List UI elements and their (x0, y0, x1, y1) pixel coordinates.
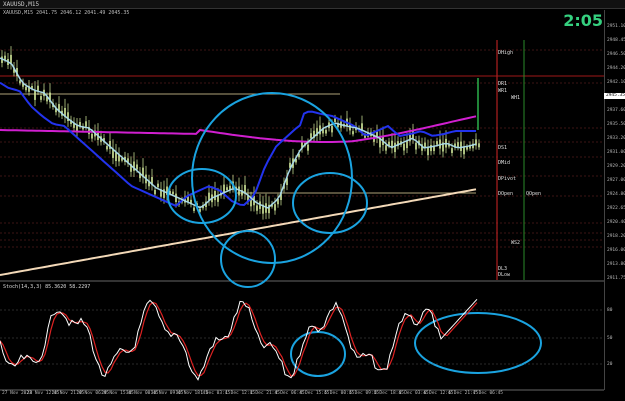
stoch-level-50: 50 (607, 336, 613, 341)
pivot-level-label: DOpen (498, 191, 514, 197)
pivot-level-label: WR1 (498, 88, 508, 94)
price-axis-label: 2911.75 (607, 276, 625, 281)
chart-window[interactable]: XAUUSD,M15 XAUUSD,M15 2041.75 2046.12 20… (0, 0, 625, 401)
candle-body (256, 205, 258, 211)
price-axis-label: 2937.60 (607, 108, 625, 113)
price-axis-label: 2946.50 (607, 52, 625, 57)
candle-body (463, 147, 465, 155)
candle-body (193, 207, 195, 211)
candle-body (331, 125, 333, 133)
candle-body (106, 146, 108, 150)
candle-body (466, 146, 468, 150)
pivot-level-label: DHigh (498, 50, 514, 56)
price-axis-label: 2933.20 (607, 136, 625, 141)
candle-body (85, 121, 87, 127)
price-axis-label: 2922.65 (607, 206, 625, 211)
candle-body (394, 142, 396, 153)
price-axis-label: 2942.10 (607, 80, 625, 85)
pivot-level-label: DLow (498, 272, 511, 278)
price-axis-label: 2927.00 (607, 178, 625, 183)
price-chart[interactable] (0, 0, 625, 401)
price-axis-label: 2935.50 (607, 122, 625, 127)
pivot-level-label: DR1 (498, 81, 508, 87)
candle-body (457, 142, 459, 148)
candle-body (451, 148, 453, 153)
annotation-circle-large (191, 92, 353, 264)
annotation-circle (292, 172, 368, 234)
candle-body (226, 187, 228, 191)
candle-body (310, 133, 312, 139)
stoch-main-line (0, 298, 478, 381)
candle-body (478, 143, 480, 148)
candle-body (352, 131, 354, 135)
price-axis-label: 2944.20 (607, 66, 625, 71)
pivot-level-label: WS2 (511, 240, 521, 246)
pivot-level-label: DMid (498, 160, 511, 166)
price-axis-label: 2913.80 (607, 262, 625, 267)
price-axis-label: 2924.80 (607, 192, 625, 197)
candle-body (19, 80, 21, 84)
stoch-level-20: 20 (607, 362, 613, 367)
price-axis-label: 2948.45 (607, 38, 625, 43)
candle-body (157, 183, 159, 188)
price-axis-label: 2931.00 (607, 150, 625, 155)
candle-body (415, 142, 417, 150)
candle-body (25, 86, 27, 91)
candle-body (436, 141, 438, 145)
annotation-circle (290, 331, 346, 377)
candle-body (274, 204, 276, 211)
candle-body (334, 118, 336, 123)
pivot-level-label: WH1 (511, 95, 521, 101)
candle-body (403, 143, 405, 151)
price-axis-label: 2918.20 (607, 234, 625, 239)
candle-body (34, 90, 36, 100)
candle-body (136, 164, 138, 170)
candle-body (325, 129, 327, 134)
candle-body (385, 145, 387, 151)
pivot-level-label: DPivot (498, 176, 517, 182)
current-price-tag: 2945.35 (604, 93, 625, 99)
candle-body (172, 191, 174, 195)
price-axis-label: 2929.20 (607, 164, 625, 169)
price-axis-label: 2920.40 (607, 220, 625, 225)
candle-body (430, 144, 432, 152)
candle-body (154, 189, 156, 195)
candle-body (10, 54, 12, 64)
indicator-label: Stoch(14,3,3) 85.3620 58.2297 (3, 284, 91, 290)
candle-body (214, 191, 216, 201)
price-axis-label: 2951.10 (607, 24, 625, 29)
candle-body (40, 96, 42, 100)
candle-body (427, 147, 429, 156)
pivot-level-label: DS1 (498, 145, 508, 151)
candle-body (4, 55, 6, 60)
time-axis-label: 7 Dec 06:45 (473, 391, 503, 396)
candle-body (115, 152, 117, 162)
candle-body (460, 141, 462, 152)
pivot-level-label: QOpen (526, 191, 542, 197)
candle-body (91, 133, 93, 139)
price-axis-label: 2916.00 (607, 248, 625, 253)
candle-body (307, 144, 309, 151)
stoch-level-80: 80 (607, 308, 613, 313)
